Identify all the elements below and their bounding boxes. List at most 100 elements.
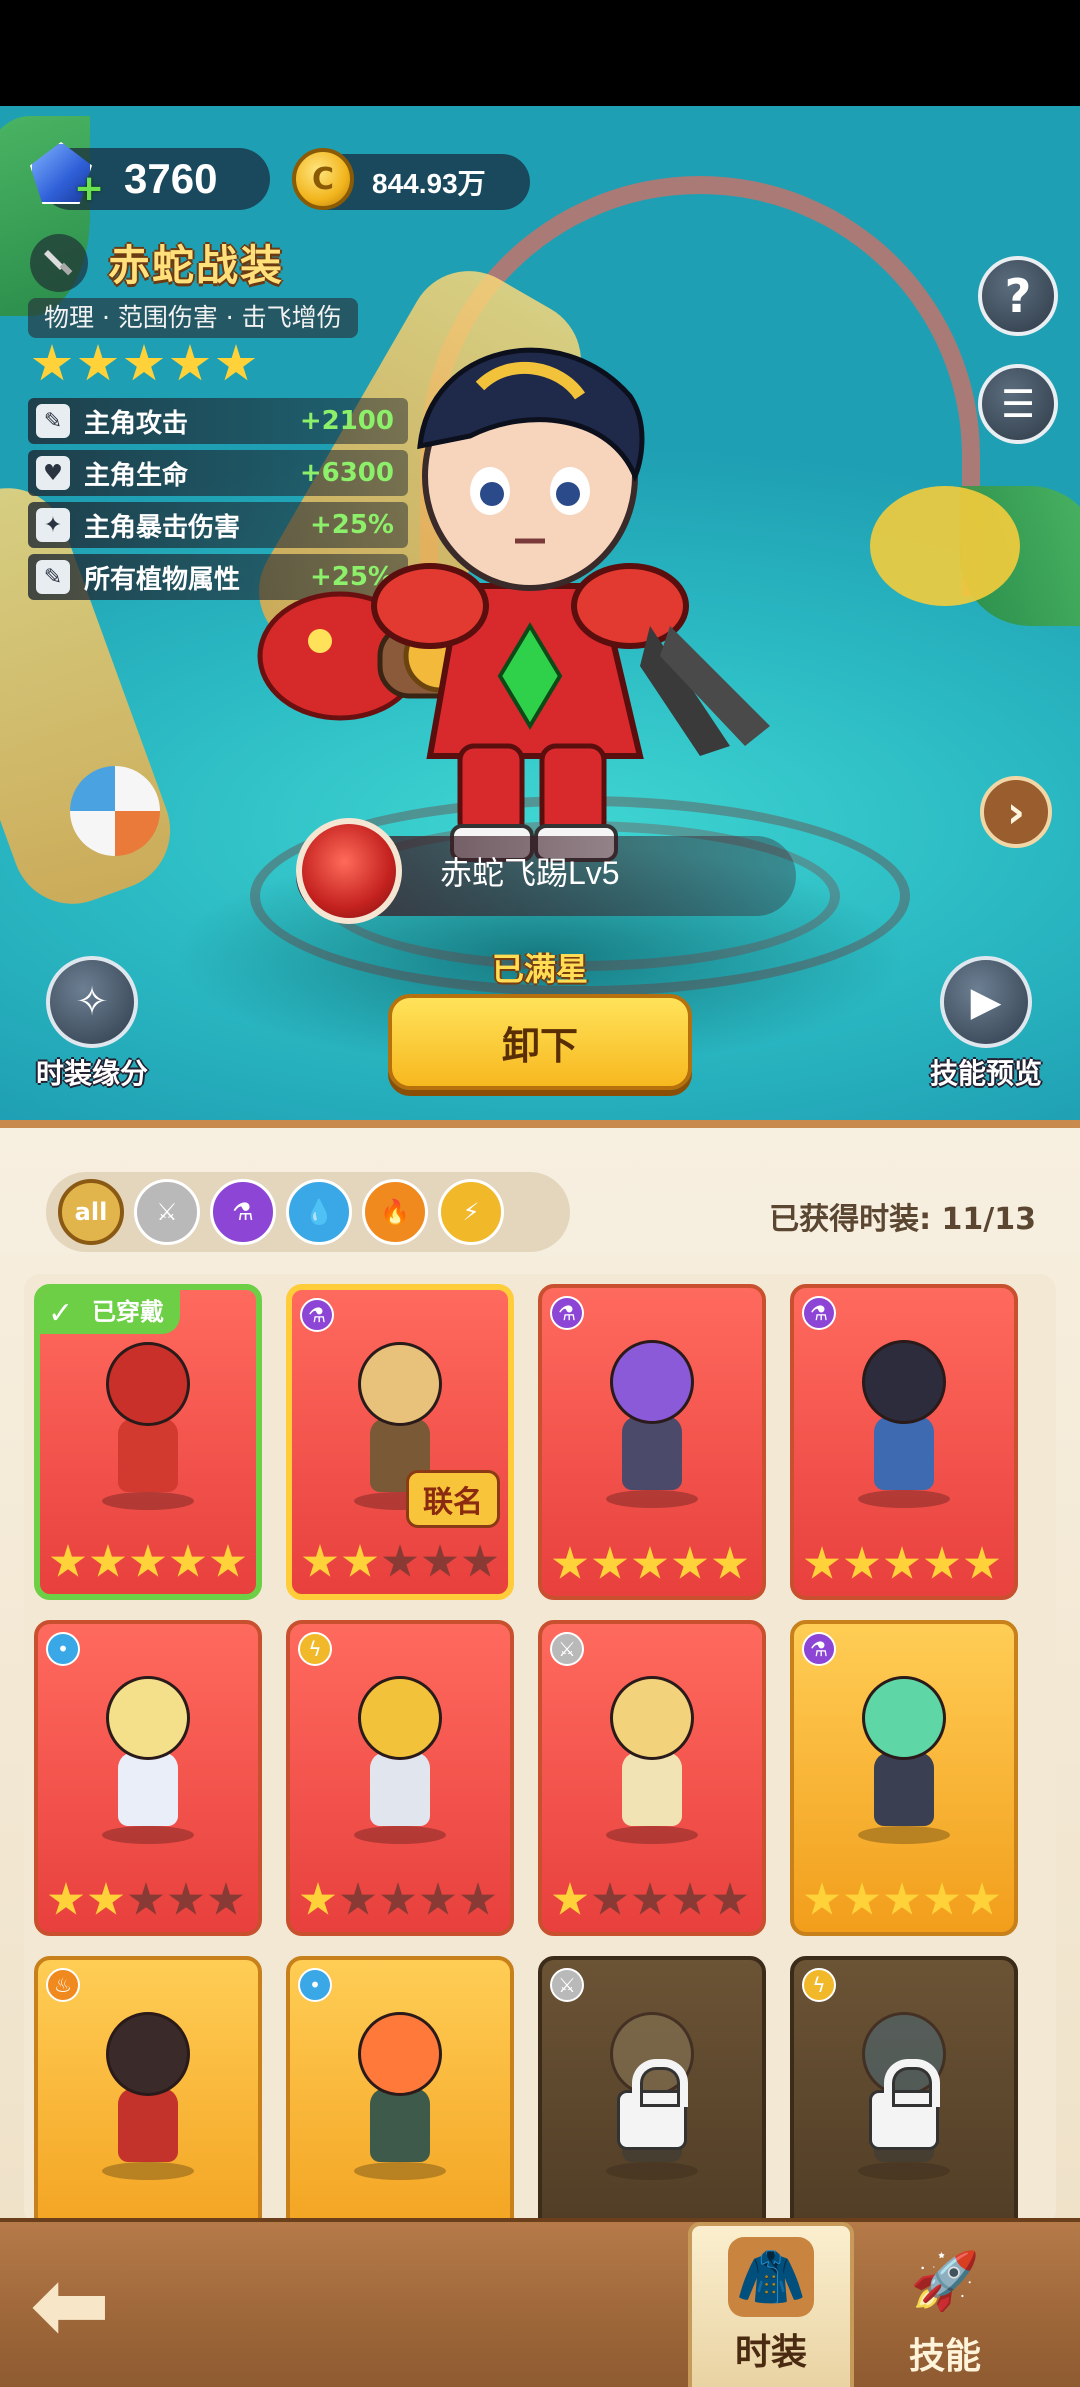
star-icon [632, 1882, 668, 1915]
costume-card[interactable]: ϟ [790, 1956, 1018, 2226]
costume-card[interactable]: ⚔已穿戴✓ [34, 1284, 262, 1600]
costume-character [844, 1340, 964, 1510]
lightning-icon[interactable]: ⚡ [438, 1179, 504, 1245]
star-icon [340, 1882, 376, 1915]
costume-card[interactable]: ⚗ 联名 [286, 1284, 514, 1600]
character-body [622, 1416, 682, 1490]
costume-card[interactable]: • [286, 1956, 514, 2226]
star-icon [382, 1544, 418, 1577]
character-head [358, 2012, 442, 2096]
tab-skill-label: 技能 [908, 2336, 981, 2377]
hero-scene: 3760 + 844.93万 C 赤蛇战装 物理 · 范围伤害 · 击飞增伤 ✎… [0, 106, 1080, 1120]
star-icon [632, 1546, 668, 1579]
costume-card[interactable]: ⚔ [538, 1620, 766, 1936]
skill-preview-label: 技能预览 [930, 1057, 1043, 1090]
star-icon [130, 1544, 166, 1577]
lock-icon [869, 2059, 940, 2150]
tab-costume-label: 时装 [734, 2332, 807, 2373]
sword-icon: ⚔ [550, 1968, 584, 2002]
star-icon [804, 1546, 840, 1579]
shadow [102, 2162, 194, 2180]
star-status: 已满星 [491, 950, 588, 988]
card-stars [804, 1546, 1000, 1582]
character-body [370, 1752, 430, 1826]
star-icon [462, 1544, 498, 1577]
rocket-icon: 🚀 [910, 2249, 980, 2314]
star-icon [844, 1882, 880, 1915]
skill-icon[interactable] [296, 818, 402, 924]
character-body [622, 1752, 682, 1826]
star-icon [592, 1882, 628, 1915]
tab-skill[interactable]: 🚀 技能 [862, 2222, 1028, 2387]
video-camera-icon: ▶ [940, 956, 1032, 1048]
star-icon [380, 1882, 416, 1915]
star-icon [88, 1882, 124, 1915]
character-head [106, 1342, 190, 1426]
star-icon [50, 1544, 86, 1577]
costume-card[interactable]: ♨ [34, 1956, 262, 2226]
water-icon[interactable]: 💧 [286, 1179, 352, 1245]
tab-costume[interactable]: 🧥 时装 [688, 2222, 854, 2387]
character-head [358, 1676, 442, 1760]
star-icon [422, 1544, 458, 1577]
star-icon [460, 1882, 496, 1915]
potion-icon: ⚗ [802, 1632, 836, 1666]
card-stars [552, 1546, 748, 1582]
shadow [606, 1490, 698, 1508]
star-icon [924, 1882, 960, 1915]
shadow [102, 1492, 194, 1510]
character-body [118, 1418, 178, 1492]
star-icon [964, 1882, 1000, 1915]
star-icon [672, 1882, 708, 1915]
costume-character [844, 1676, 964, 1846]
costume-character [340, 1676, 460, 1846]
owned-count: 已获得时装: 11/13 [769, 1202, 1036, 1237]
star-icon [420, 1882, 456, 1915]
costume-card[interactable]: • [34, 1620, 262, 1936]
character-body [370, 2088, 430, 2162]
card-stars [48, 1882, 244, 1918]
star-icon [302, 1544, 338, 1577]
character-head [106, 2012, 190, 2096]
lightning-icon: ϟ [802, 1968, 836, 2002]
sparkle-icon: ✧ [46, 956, 138, 1048]
sword-icon[interactable]: ⚔ [134, 1179, 200, 1245]
character-head [862, 1340, 946, 1424]
star-icon [48, 1882, 84, 1915]
potion-icon[interactable]: ⚗ [210, 1179, 276, 1245]
costume-card[interactable]: ϟ [286, 1620, 514, 1936]
star-icon [300, 1882, 336, 1915]
costume-card[interactable]: ⚗ [790, 1620, 1018, 1936]
skill-preview-button[interactable]: ▶ 技能预览 [930, 956, 1042, 1092]
shadow [354, 1826, 446, 1844]
costume-card[interactable]: ⚗ [538, 1284, 766, 1600]
status-bar [0, 0, 1080, 106]
costume-bond-label: 时装缘分 [36, 1057, 149, 1090]
unequip-button[interactable]: 卸下 [388, 994, 692, 1090]
star-icon [552, 1882, 588, 1915]
character-head [358, 1342, 442, 1426]
potion-icon: ⚗ [802, 1296, 836, 1330]
star-icon [342, 1544, 378, 1577]
costume-character [340, 2012, 460, 2182]
back-arrow-button[interactable]: ⬅ [30, 2257, 150, 2353]
star-icon [964, 1546, 1000, 1579]
star-icon [170, 1544, 206, 1577]
card-stars [552, 1882, 748, 1918]
costume-panel: all ⚔ ⚗ 💧 🔥 ⚡ 已获得时装: 11/13 ⚔已穿戴✓⚗联名⚗⚗•ϟ⚔… [0, 1120, 1080, 2226]
star-icon [592, 1546, 628, 1579]
star-icon [208, 1882, 244, 1915]
filter-all-label: all [74, 1198, 108, 1226]
star-icon [924, 1546, 960, 1579]
filter-all-button[interactable]: all [58, 1179, 124, 1245]
collab-tag: 联名 [406, 1470, 500, 1528]
star-icon [884, 1546, 920, 1579]
star-icon [210, 1544, 246, 1577]
shadow [354, 2162, 446, 2180]
costume-card[interactable]: ⚗ [790, 1284, 1018, 1600]
costume-bond-button[interactable]: ✧ 时装缘分 [36, 956, 148, 1092]
card-stars [804, 1882, 1000, 1918]
fire-icon[interactable]: 🔥 [362, 1179, 428, 1245]
costume-card[interactable]: ⚔ [538, 1956, 766, 2226]
costume-character [88, 1676, 208, 1846]
